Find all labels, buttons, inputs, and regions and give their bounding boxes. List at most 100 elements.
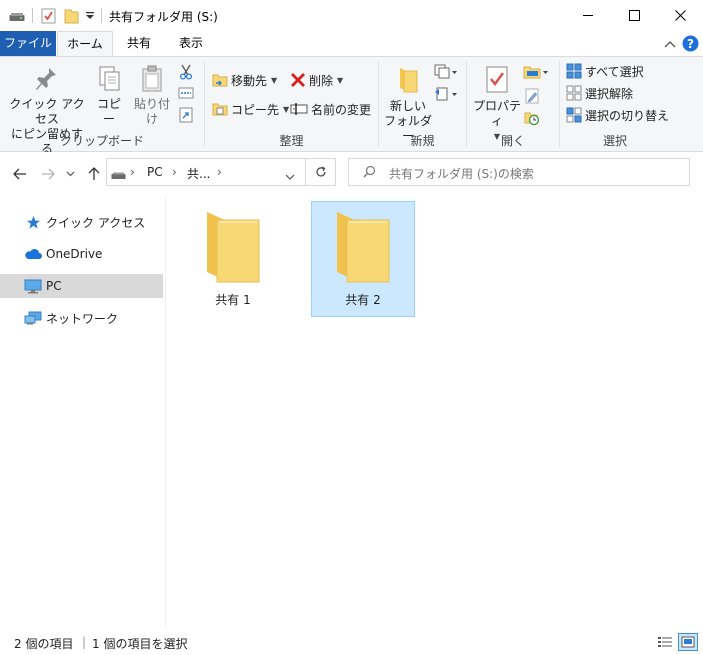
organize-group: 移動先 ▼ コピー先 ▼ 削除 ▼ 名前の変更 整理 — [205, 57, 378, 152]
move-to-label: 移動先 — [231, 73, 268, 88]
select-none-label: 選択解除 — [585, 86, 634, 101]
copy-path-icon[interactable] — [178, 87, 194, 102]
ribbon-tabs: ファイル ホーム 共有 表示 ? — [0, 31, 703, 57]
properties-quick-icon[interactable] — [41, 8, 56, 27]
folder-name: 共有 2 — [345, 293, 381, 307]
nav-label: OneDrive — [46, 247, 103, 261]
delete-icon — [290, 72, 306, 88]
breadcrumb-separator: › — [217, 165, 222, 179]
select-all-label: すべて選択 — [585, 64, 644, 79]
tab-view[interactable]: 表示 — [166, 31, 216, 56]
open-group: プロパティ ▼ 開く — [467, 57, 559, 152]
tab-file[interactable]: ファイル — [0, 31, 56, 56]
status-divider: | — [82, 635, 87, 649]
invert-selection-label: 選択の切り替え — [585, 108, 670, 123]
recent-locations-button[interactable] — [63, 164, 77, 184]
select-none-button[interactable]: 選択解除 — [566, 82, 633, 104]
address-bar[interactable]: › PC › 共... › — [106, 158, 306, 186]
open-group-label: 開く — [500, 134, 525, 148]
edit-icon[interactable] — [524, 88, 540, 107]
nav-item-network[interactable]: ネットワーク — [0, 306, 163, 330]
copy-to-button[interactable]: コピー先 ▼ — [212, 98, 289, 120]
breadcrumb-share[interactable]: 共... — [187, 165, 210, 182]
breadcrumb-separator: › — [130, 165, 135, 179]
search-box[interactable]: 共有フォルダ用 (S:)の検索 — [348, 158, 690, 186]
large-icons-view-button[interactable] — [678, 633, 698, 651]
folder-icon — [331, 208, 395, 287]
tab-home[interactable]: ホーム — [57, 31, 113, 57]
breadcrumb-pc[interactable]: PC — [147, 165, 163, 179]
select-all-icon — [566, 63, 582, 79]
rename-button[interactable]: 名前の変更 — [290, 98, 371, 120]
folder-item-selected[interactable]: 共有 2 — [311, 201, 415, 317]
item-count: 2 個の項目 — [14, 637, 74, 651]
details-view-button[interactable] — [655, 633, 675, 651]
minimize-button[interactable] — [565, 0, 611, 31]
new-folder-label-line1: 新しい — [389, 99, 426, 113]
history-icon[interactable] — [524, 110, 540, 129]
organize-group-label: 整理 — [279, 134, 304, 148]
pin-icon — [35, 65, 59, 97]
tab-share[interactable]: 共有 — [114, 31, 164, 56]
maximize-icon — [628, 10, 640, 21]
cut-icon[interactable] — [178, 64, 194, 83]
collapse-ribbon-icon[interactable] — [664, 37, 676, 51]
select-none-icon — [566, 85, 582, 101]
maximize-button[interactable] — [611, 0, 657, 31]
rename-label: 名前の変更 — [311, 102, 372, 117]
forward-button[interactable] — [38, 164, 58, 184]
network-icon — [24, 311, 42, 326]
copy-to-icon — [212, 101, 228, 117]
move-to-button[interactable]: 移動先 ▼ — [212, 69, 277, 91]
select-group-label: 選択 — [602, 134, 627, 148]
invert-selection-button[interactable]: 選択の切り替え — [566, 104, 669, 126]
paste-button[interactable]: 貼り付け — [129, 65, 175, 127]
delete-label: 削除 — [309, 73, 334, 88]
new-item-icon[interactable] — [434, 64, 458, 83]
nav-label: PC — [46, 279, 62, 293]
clipboard-group-label: クリップボード — [59, 134, 144, 148]
copy-button[interactable]: コピー — [92, 65, 126, 127]
cloud-icon — [24, 248, 42, 260]
copy-to-label: コピー先 — [231, 102, 280, 117]
paste-shortcut-icon[interactable] — [179, 107, 193, 126]
file-view: 共有 1 共有 2 — [167, 196, 703, 628]
new-folder-quick-icon[interactable] — [64, 8, 79, 27]
navigation-row: › PC › 共... › 共有フォルダ用 (S:)の検索 — [0, 152, 703, 196]
search-placeholder: 共有フォルダ用 (S:)の検索 — [389, 167, 534, 181]
ribbon: クイック アクセス にピン留めする コピー 貼り付け クリップボード 移動先 ▼… — [0, 56, 703, 156]
nav-item-onedrive[interactable]: OneDrive — [0, 242, 163, 266]
drive-icon — [111, 169, 126, 183]
refresh-icon — [315, 166, 326, 177]
select-all-button[interactable]: すべて選択 — [566, 60, 644, 82]
up-button[interactable] — [84, 164, 104, 184]
paste-icon — [139, 65, 165, 97]
help-icon[interactable]: ? — [682, 35, 699, 55]
new-folder-icon — [395, 65, 421, 99]
svg-text:?: ? — [687, 37, 694, 51]
copy-to-dropdown-icon: ▼ — [283, 104, 290, 114]
navigation-pane: クイック アクセス OneDrive PC ネットワーク — [0, 196, 166, 628]
paste-label: 貼り付け — [133, 97, 170, 126]
drive-icon — [9, 11, 25, 25]
clipboard-group: クイック アクセス にピン留めする コピー 貼り付け クリップボード — [0, 57, 204, 156]
title-separator — [101, 8, 102, 23]
forward-arrow-icon — [42, 168, 55, 180]
folder-item[interactable]: 共有 1 — [181, 201, 285, 317]
properties-label: プロパティ — [472, 99, 521, 128]
nav-item-quick-access[interactable]: クイック アクセス — [0, 210, 163, 234]
customize-quick-access-icon[interactable] — [85, 10, 95, 24]
close-button[interactable] — [657, 0, 703, 31]
nav-item-pc[interactable]: PC — [0, 274, 163, 298]
address-dropdown-icon[interactable] — [285, 169, 295, 183]
refresh-button[interactable] — [306, 158, 336, 186]
select-group: すべて選択 選択解除 選択の切り替え 選択 — [560, 57, 670, 152]
close-icon — [674, 10, 686, 21]
status-bar: 2 個の項目 | 1 個の項目を選択 — [0, 628, 703, 655]
delete-dropdown-icon: ▼ — [337, 75, 344, 85]
delete-button[interactable]: 削除 ▼ — [290, 69, 343, 91]
easy-access-icon[interactable] — [434, 86, 458, 105]
open-icon[interactable] — [523, 64, 549, 83]
back-button[interactable] — [10, 164, 30, 184]
quick-access-separator — [32, 8, 33, 23]
